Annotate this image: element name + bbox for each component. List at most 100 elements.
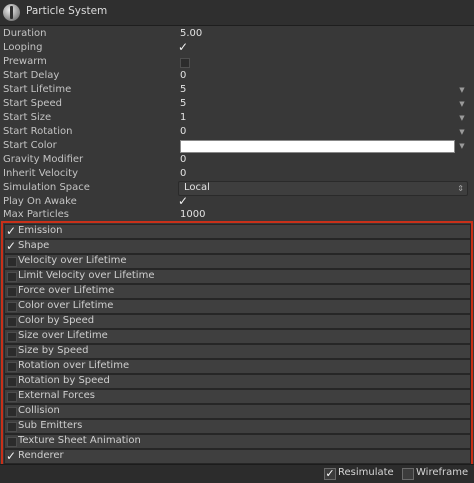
modules-list: ✓ Emission ✓ Shape Velocity over Lifetim… <box>1 221 473 466</box>
particle-system-header[interactable]: Particle System <box>0 0 474 26</box>
chevron-down-icon[interactable]: ▼ <box>458 85 466 95</box>
module-label: Limit Velocity over Lifetime <box>18 270 155 281</box>
duration-field[interactable]: 5.00 <box>180 28 202 39</box>
inherit-velocity-row: Inherit Velocity 0 <box>0 167 474 181</box>
module-label: Emission <box>18 225 63 236</box>
module-color-by-speed[interactable]: Color by Speed <box>4 314 471 329</box>
module-label: Size over Lifetime <box>18 330 108 341</box>
simulation-space-value: Local <box>184 182 210 193</box>
chevron-down-icon[interactable]: ▼ <box>458 127 466 137</box>
module-checkbox[interactable] <box>7 437 17 447</box>
looping-row: Looping ✓ <box>0 40 474 55</box>
resimulate-label: Resimulate <box>338 467 394 478</box>
module-shape-checkbox[interactable]: ✓ <box>6 239 18 253</box>
wireframe-checkbox[interactable] <box>402 468 414 480</box>
module-label: Renderer <box>18 450 64 461</box>
module-checkbox[interactable] <box>7 272 17 282</box>
module-collision[interactable]: Collision <box>4 404 471 419</box>
start-delay-label: Start Delay <box>3 70 60 81</box>
resimulate-checkbox[interactable]: ✓ <box>324 468 336 480</box>
module-checkbox[interactable] <box>7 362 17 372</box>
module-label: Sub Emitters <box>18 420 83 431</box>
module-checkbox[interactable] <box>7 317 17 327</box>
start-speed-field[interactable]: 5 <box>180 98 186 109</box>
module-label: Color over Lifetime <box>18 300 114 311</box>
max-particles-field[interactable]: 1000 <box>180 209 205 220</box>
module-label: Size by Speed <box>18 345 89 356</box>
prewarm-label: Prewarm <box>3 56 47 67</box>
module-label: Texture Sheet Animation <box>18 435 141 446</box>
gravity-modifier-label: Gravity Modifier <box>3 154 84 165</box>
module-label: Force over Lifetime <box>18 285 115 296</box>
module-label: Collision <box>18 405 60 416</box>
start-speed-row: Start Speed 5 ▼ <box>0 97 474 111</box>
module-rotation-over-lifetime[interactable]: Rotation over Lifetime <box>4 359 471 374</box>
simulation-space-row: Simulation Space Local ⇕ <box>0 181 474 196</box>
module-label: Rotation over Lifetime <box>18 360 130 371</box>
chevron-down-icon[interactable]: ▼ <box>458 99 466 109</box>
module-label: Velocity over Lifetime <box>18 255 127 266</box>
start-lifetime-label: Start Lifetime <box>3 84 72 95</box>
module-checkbox[interactable] <box>7 257 17 267</box>
module-renderer-checkbox[interactable]: ✓ <box>6 449 18 463</box>
inherit-velocity-label: Inherit Velocity <box>3 168 78 179</box>
start-rotation-label: Start Rotation <box>3 126 73 137</box>
start-color-row: Start Color ▼ <box>0 139 474 153</box>
module-checkbox[interactable] <box>7 392 17 402</box>
module-force-over-lifetime[interactable]: Force over Lifetime <box>4 284 471 299</box>
chevron-down-icon[interactable]: ▼ <box>458 113 466 123</box>
module-checkbox[interactable] <box>7 407 17 417</box>
max-particles-row: Max Particles 1000 <box>0 208 474 222</box>
start-rotation-row: Start Rotation 0 ▼ <box>0 125 474 139</box>
start-rotation-field[interactable]: 0 <box>180 126 186 137</box>
module-color-over-lifetime[interactable]: Color over Lifetime <box>4 299 471 314</box>
start-delay-row: Start Delay 0 <box>0 69 474 83</box>
module-emission[interactable]: ✓ Emission <box>4 224 471 239</box>
module-velocity-over-lifetime[interactable]: Velocity over Lifetime <box>4 254 471 269</box>
module-external-forces[interactable]: External Forces <box>4 389 471 404</box>
start-lifetime-row: Start Lifetime 5 ▼ <box>0 83 474 97</box>
module-limit-velocity-over-lifetime[interactable]: Limit Velocity over Lifetime <box>4 269 471 284</box>
module-renderer[interactable]: ✓ Renderer <box>4 449 471 464</box>
module-label: Color by Speed <box>18 315 95 326</box>
looping-label: Looping <box>3 42 43 53</box>
module-label: Rotation by Speed <box>18 375 110 386</box>
simulation-space-dropdown[interactable]: Local ⇕ <box>178 181 468 196</box>
module-shape[interactable]: ✓ Shape <box>4 239 471 254</box>
start-size-row: Start Size 1 ▼ <box>0 111 474 125</box>
simulation-space-label: Simulation Space <box>3 182 90 193</box>
module-size-by-speed[interactable]: Size by Speed <box>4 344 471 359</box>
prewarm-row: Prewarm <box>0 55 474 69</box>
looping-checkbox[interactable]: ✓ <box>178 40 190 54</box>
play-on-awake-checkbox[interactable]: ✓ <box>178 194 190 208</box>
play-on-awake-row: Play On Awake ✓ <box>0 194 474 209</box>
start-color-swatch[interactable] <box>180 140 455 153</box>
gravity-modifier-field[interactable]: 0 <box>180 154 186 165</box>
module-checkbox[interactable] <box>7 332 17 342</box>
updown-arrow-icon: ⇕ <box>457 184 464 193</box>
max-particles-label: Max Particles <box>3 209 70 220</box>
module-checkbox[interactable] <box>7 347 17 357</box>
start-delay-field[interactable]: 0 <box>180 70 186 81</box>
module-checkbox[interactable] <box>7 287 17 297</box>
module-rotation-by-speed[interactable]: Rotation by Speed <box>4 374 471 389</box>
gravity-modifier-row: Gravity Modifier 0 <box>0 153 474 167</box>
start-size-field[interactable]: 1 <box>180 112 186 123</box>
module-texture-sheet-animation[interactable]: Texture Sheet Animation <box>4 434 471 449</box>
prewarm-checkbox[interactable] <box>180 58 190 68</box>
inherit-velocity-field[interactable]: 0 <box>180 168 186 179</box>
module-size-over-lifetime[interactable]: Size over Lifetime <box>4 329 471 344</box>
preview-footer: ✓ Resimulate Wireframe <box>0 464 474 483</box>
module-checkbox[interactable] <box>7 377 17 387</box>
module-label: Shape <box>18 240 50 251</box>
module-sub-emitters[interactable]: Sub Emitters <box>4 419 471 434</box>
module-emission-checkbox[interactable]: ✓ <box>6 224 18 238</box>
module-checkbox[interactable] <box>7 422 17 432</box>
module-checkbox[interactable] <box>7 302 17 312</box>
chevron-down-icon[interactable]: ▼ <box>458 141 466 151</box>
wireframe-label: Wireframe <box>416 467 469 478</box>
duration-row: Duration 5.00 <box>0 27 474 41</box>
start-speed-label: Start Speed <box>3 98 62 109</box>
component-title: Particle System <box>26 5 108 17</box>
start-lifetime-field[interactable]: 5 <box>180 84 186 95</box>
